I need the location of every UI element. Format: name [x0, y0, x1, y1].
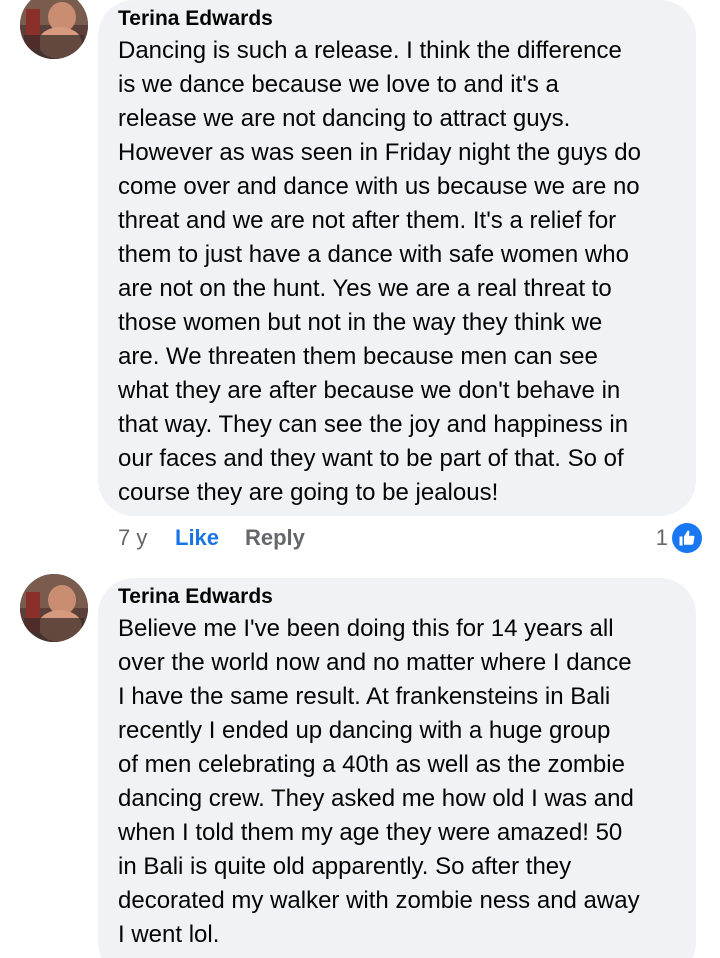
comment-text-line: come over and dance with us because we a…: [118, 173, 640, 200]
comment-text-line: is we dance because we love to and it's …: [118, 71, 559, 98]
comment-text-line: over the world now and no matter where I…: [118, 649, 632, 676]
comment-text-line: of men celebrating a 40th as well as the…: [118, 751, 625, 778]
avatar[interactable]: [20, 574, 88, 642]
comment-text-line: Dancing is such a release. I think the d…: [118, 37, 622, 64]
comment-text-line: are. We threaten them because men can se…: [118, 343, 598, 370]
comment-author[interactable]: Terina Edwards: [118, 585, 676, 609]
comment-text-line: in Bali is quite old apparently. So afte…: [118, 853, 572, 880]
comment-text-line: threat and we are not after them. It's a…: [118, 207, 617, 234]
comment-text-line: what they are after because we don't beh…: [118, 377, 621, 404]
comment-text-line: that way. They can see the joy and happi…: [118, 411, 629, 438]
comment-text-line: course they are going to be jealous!: [118, 479, 499, 506]
comment-text-line: However as was seen in Friday night the …: [118, 139, 641, 166]
reaction-count: 1: [655, 525, 668, 550]
comment-text-line: our faces and they want to be part of th…: [118, 445, 624, 472]
profile-photo: [20, 0, 88, 59]
reaction-summary[interactable]: 1: [656, 522, 702, 554]
comment-text: Believe me I've been doing this for 14 y…: [118, 612, 676, 952]
profile-photo: [20, 574, 88, 642]
comment-actions: 7 y Like Reply 1: [118, 520, 702, 556]
comment-text-line: I have the same result. At frankensteins…: [118, 683, 611, 710]
comment-timestamp[interactable]: 7 y: [118, 520, 147, 556]
like-button[interactable]: Like: [175, 520, 219, 556]
comment-text-line: decorated my walker with zombie ness and…: [118, 887, 640, 914]
comment-text-line: recently I ended up dancing with a huge …: [118, 717, 611, 744]
comment-text-line: those women but not in the way they thin…: [118, 309, 603, 336]
avatar[interactable]: [20, 0, 88, 59]
comment-text-line: them to just have a dance with safe wome…: [118, 241, 629, 268]
like-reaction-icon: [672, 523, 702, 553]
comment-author[interactable]: Terina Edwards: [118, 7, 676, 31]
comment-text-line: I went lol.: [118, 921, 220, 948]
comment-thread: Terina Edwards Dancing is such a release…: [0, 0, 720, 958]
comment-text: Dancing is such a release. I think the d…: [118, 34, 676, 510]
comment-text-line: release we are not dancing to attract gu…: [118, 105, 571, 132]
comment-bubble: Terina Edwards Dancing is such a release…: [98, 0, 696, 516]
comment-text-line: Believe me I've been doing this for 14 y…: [118, 615, 614, 642]
comment-bubble: Terina Edwards Believe me I've been doin…: [98, 578, 696, 958]
comment-text-line: when I told them my age they were amazed…: [118, 819, 623, 846]
comment-text-line: are not on the hunt. Yes we are a real t…: [118, 275, 612, 302]
comment-text-line: dancing crew. They asked me how old I wa…: [118, 785, 634, 812]
reply-button[interactable]: Reply: [245, 520, 305, 556]
